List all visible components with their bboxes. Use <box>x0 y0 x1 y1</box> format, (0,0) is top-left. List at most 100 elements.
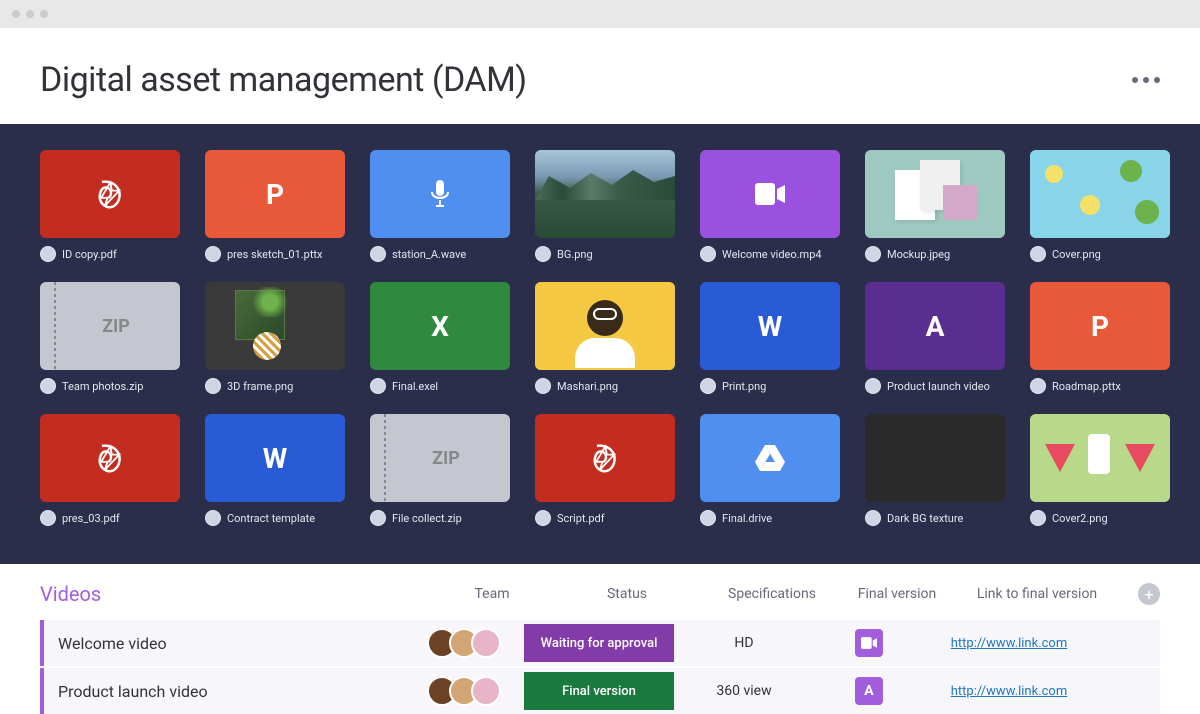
team-cell[interactable] <box>404 628 524 658</box>
owner-avatar <box>865 378 881 394</box>
asset-thumbnail[interactable]: ZIP <box>40 282 180 370</box>
spec-cell[interactable]: HD <box>674 635 814 651</box>
asset-card[interactable]: WContract template <box>205 414 345 538</box>
column-header[interactable]: Status <box>552 586 702 602</box>
drive-icon <box>755 445 785 471</box>
asset-thumbnail[interactable]: A <box>865 282 1005 370</box>
more-options-button[interactable] <box>1132 77 1160 83</box>
asset-thumbnail[interactable] <box>535 150 675 238</box>
asset-thumbnail[interactable] <box>700 150 840 238</box>
add-column-button[interactable]: + <box>1138 583 1160 605</box>
link-cell[interactable]: http://www.link.com <box>924 636 1094 651</box>
asset-thumbnail[interactable] <box>205 282 345 370</box>
video-icon <box>755 183 785 205</box>
video-name[interactable]: Product launch video <box>44 682 404 701</box>
asset-caption: Script.pdf <box>535 510 675 526</box>
file-type-letter: P <box>1091 310 1109 343</box>
final-link[interactable]: http://www.link.com <box>951 636 1068 651</box>
asset-thumbnail[interactable]: P <box>1030 282 1170 370</box>
asset-thumbnail[interactable] <box>1030 414 1170 502</box>
asset-thumbnail[interactable] <box>535 282 675 370</box>
final-version-icon[interactable]: A <box>855 677 883 705</box>
window-dot <box>12 10 20 18</box>
asset-thumbnail[interactable] <box>40 150 180 238</box>
owner-avatar <box>370 246 386 262</box>
asset-filename: Mashari.png <box>557 380 618 393</box>
asset-card[interactable]: WPrint.png <box>700 282 840 406</box>
asset-card[interactable]: ZIPTeam photos.zip <box>40 282 180 406</box>
page-header: Digital asset management (DAM) <box>0 28 1200 124</box>
asset-filename: pres_03.pdf <box>62 512 120 525</box>
video-row[interactable]: Welcome video Waiting for approvalHD http:… <box>40 620 1160 666</box>
asset-filename: Welcome video.mp4 <box>722 248 822 261</box>
asset-card[interactable]: Mockup.jpeg <box>865 150 1005 274</box>
video-row[interactable]: Product launch video Final version360 vie… <box>40 668 1160 714</box>
asset-card[interactable]: XFinal.exel <box>370 282 510 406</box>
asset-card[interactable]: AProduct launch video <box>865 282 1005 406</box>
final-version-cell[interactable]: A <box>814 677 924 705</box>
asset-caption: Dark BG texture <box>865 510 1005 526</box>
asset-thumbnail[interactable] <box>865 414 1005 502</box>
status-pill[interactable]: Final version <box>524 672 674 710</box>
asset-card[interactable]: Script.pdf <box>535 414 675 538</box>
column-header[interactable]: Final version <box>842 586 952 602</box>
asset-thumbnail[interactable]: ZIP <box>370 414 510 502</box>
status-cell[interactable]: Waiting for approval <box>524 624 674 662</box>
team-cell[interactable] <box>404 676 524 706</box>
asset-thumbnail[interactable]: X <box>370 282 510 370</box>
status-pill[interactable]: Waiting for approval <box>524 624 674 662</box>
asset-card[interactable]: station_A.wave <box>370 150 510 274</box>
column-header[interactable]: Specifications <box>702 586 842 602</box>
asset-thumbnail[interactable] <box>535 414 675 502</box>
final-version-cell[interactable] <box>814 629 924 657</box>
asset-card[interactable]: Cover2.png <box>1030 414 1170 538</box>
asset-card[interactable]: Mashari.png <box>535 282 675 406</box>
asset-card[interactable]: Cover.png <box>1030 150 1170 274</box>
asset-card[interactable]: PRoadmap.pttx <box>1030 282 1170 406</box>
asset-thumbnail[interactable]: P <box>205 150 345 238</box>
asset-caption: BG.png <box>535 246 675 262</box>
asset-card[interactable]: pres_03.pdf <box>40 414 180 538</box>
video-name[interactable]: Welcome video <box>44 634 404 653</box>
link-cell[interactable]: http://www.link.com <box>924 684 1094 699</box>
asset-thumbnail[interactable] <box>700 414 840 502</box>
final-version-icon[interactable] <box>855 629 883 657</box>
asset-card[interactable]: 3D frame.png <box>205 282 345 406</box>
asset-thumbnail[interactable]: W <box>205 414 345 502</box>
owner-avatar <box>700 246 716 262</box>
column-header[interactable]: Link to final version <box>952 586 1122 602</box>
status-cell[interactable]: Final version <box>524 672 674 710</box>
file-type-letter: A <box>926 310 945 343</box>
section-title[interactable]: Videos <box>40 582 101 606</box>
spec-cell[interactable]: 360 view <box>674 683 814 699</box>
zip-label: ZIP <box>432 448 460 469</box>
asset-card[interactable]: Welcome video.mp4 <box>700 150 840 274</box>
asset-filename: station_A.wave <box>392 248 466 261</box>
file-type-letter: X <box>431 310 449 343</box>
asset-card[interactable]: ID copy.pdf <box>40 150 180 274</box>
pdf-icon <box>589 442 621 474</box>
file-type-letter: P <box>266 178 284 211</box>
asset-caption: Welcome video.mp4 <box>700 246 840 262</box>
asset-filename: File collect.zip <box>392 512 462 525</box>
asset-thumbnail[interactable] <box>40 414 180 502</box>
asset-thumbnail[interactable]: W <box>700 282 840 370</box>
window-dot <box>40 10 48 18</box>
asset-card[interactable]: Ppres sketch_01.pttx <box>205 150 345 274</box>
asset-card[interactable]: Dark BG texture <box>865 414 1005 538</box>
owner-avatar <box>205 246 221 262</box>
column-header[interactable]: Team <box>432 586 552 602</box>
final-link[interactable]: http://www.link.com <box>951 684 1068 699</box>
window-chrome <box>0 0 1200 28</box>
asset-caption: station_A.wave <box>370 246 510 262</box>
asset-thumbnail[interactable] <box>370 150 510 238</box>
asset-card[interactable]: BG.png <box>535 150 675 274</box>
asset-filename: Final.drive <box>722 512 772 525</box>
pdf-icon <box>94 442 126 474</box>
asset-filename: ID copy.pdf <box>62 248 117 261</box>
asset-card[interactable]: ZIP File collect.zip <box>370 414 510 538</box>
asset-thumbnail[interactable] <box>865 150 1005 238</box>
asset-gallery: ID copy.pdf Ppres sketch_01.pttx station_A… <box>0 124 1200 564</box>
asset-card[interactable]: Final.drive <box>700 414 840 538</box>
asset-thumbnail[interactable] <box>1030 150 1170 238</box>
